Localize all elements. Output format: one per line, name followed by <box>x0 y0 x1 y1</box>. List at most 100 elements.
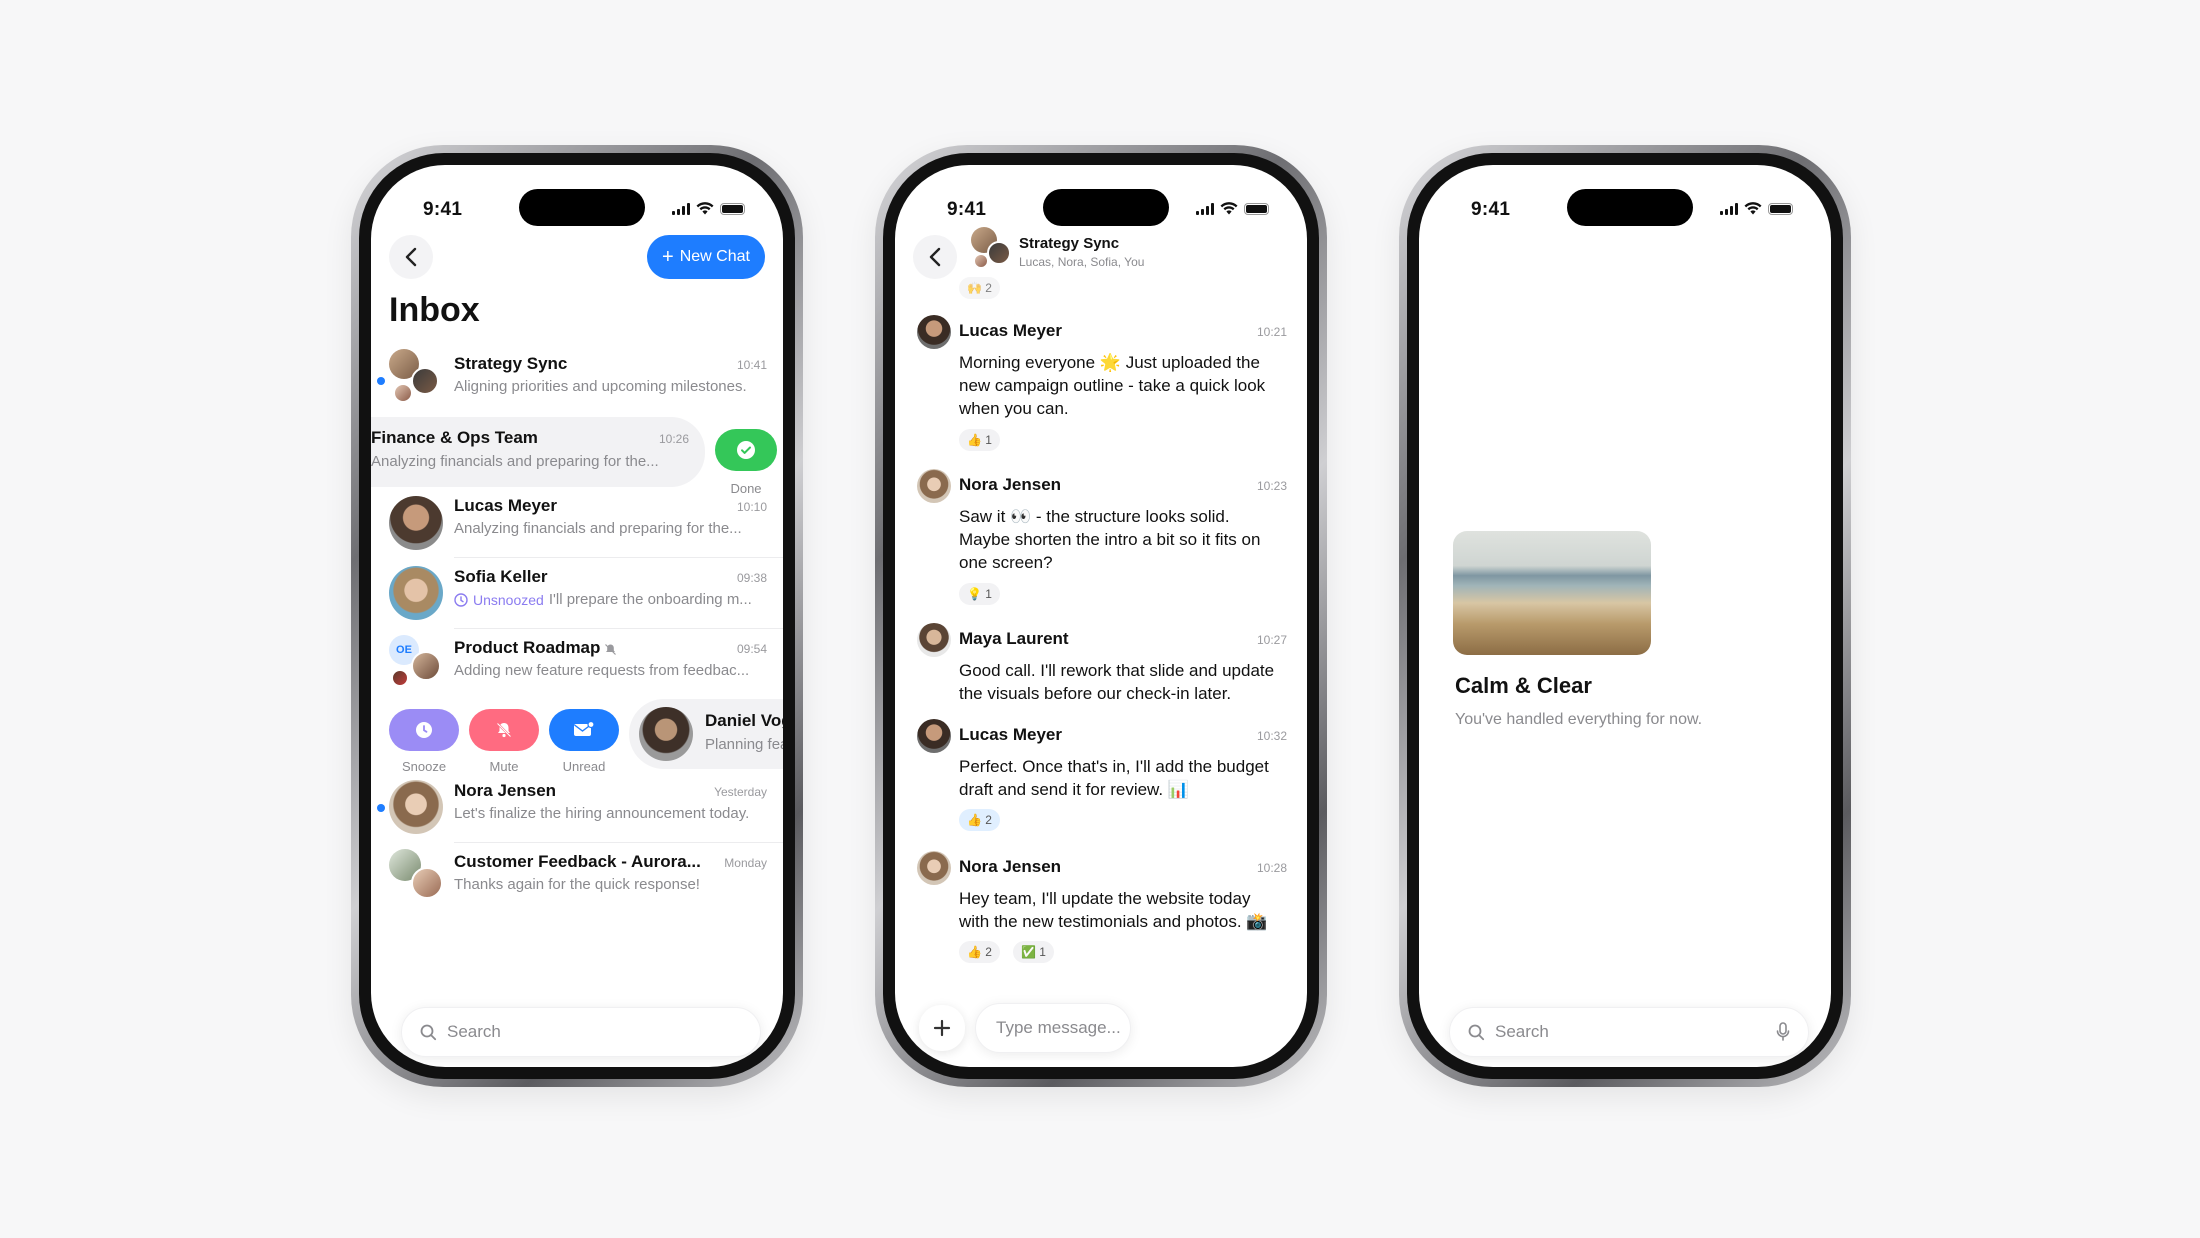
reaction-chip[interactable]: 🙌 2 <box>959 277 1000 299</box>
chat-participants: Lucas, Nora, Sofia, You <box>1019 255 1145 269</box>
unread-dot <box>377 377 385 385</box>
conversation-row-lucas-meyer[interactable]: Lucas Meyer 10:10 Analyzing financials a… <box>371 487 783 557</box>
conversation-name: Daniel Vog <box>705 711 783 730</box>
conversation-row-finance-ops-team[interactable]: Finance & Ops Team 10:26 Analyzing finan… <box>371 417 705 487</box>
conversation-time: 10:10 <box>736 500 767 514</box>
attach-button[interactable] <box>919 1005 965 1051</box>
search-bar[interactable]: Search <box>1449 1007 1809 1057</box>
dynamic-island <box>1567 189 1693 226</box>
wifi-icon <box>1744 202 1762 215</box>
muted-bell-icon <box>496 722 512 738</box>
conversation-time: 09:38 <box>736 571 767 585</box>
conversation-preview: Adding new feature requests from feedbac… <box>454 662 750 679</box>
message-item: Lucas Meyer 10:21 Morning everyone 🌟 Jus… <box>917 315 1287 465</box>
message-text: Saw it 👀 - the structure looks solid. Ma… <box>959 507 1261 572</box>
reaction-chip[interactable]: ✅ 1 <box>1013 941 1054 963</box>
avatar <box>639 707 693 761</box>
clock-icon <box>416 722 432 738</box>
snooze-button[interactable] <box>389 709 459 751</box>
conversation-row-nora-jensen[interactable]: Nora Jensen Yesterday Let's finalize the… <box>371 772 783 842</box>
search-placeholder: Search <box>1495 1022 1549 1041</box>
avatar <box>917 623 951 657</box>
avatar <box>973 253 989 269</box>
conversation-name: Lucas Meyer <box>454 496 557 515</box>
conversation-preview: Planning fea <box>705 736 783 753</box>
message-time: 10:21 <box>1256 325 1287 339</box>
conversation-row-customer-feedback[interactable]: Customer Feedback - Aurora... Monday Tha… <box>371 843 783 913</box>
done-button[interactable] <box>715 429 777 471</box>
conversation-row-sofia-keller[interactable]: Sofia Keller 09:38 Unsnoozed I'll prepar… <box>371 558 783 628</box>
chevron-left-icon <box>405 247 417 267</box>
back-button[interactable] <box>913 235 957 279</box>
message-text: Hey team, I'll update the website today … <box>959 889 1268 931</box>
conversation-name: Strategy Sync <box>454 354 568 373</box>
conversation-preview: Analyzing financials and preparing for t… <box>371 453 659 470</box>
inbox-screen: 9:41 + New Chat Inbox Strategy Sync 10:4… <box>371 165 783 1067</box>
avatar <box>411 367 439 395</box>
message-time: 10:32 <box>1256 729 1287 743</box>
conversation-name: Product Roadmap <box>454 638 601 657</box>
message-sender: Lucas Meyer <box>959 321 1062 340</box>
plus-icon <box>933 1019 951 1037</box>
message-time: 10:28 <box>1256 861 1287 875</box>
conversation-preview: Let's finalize the hiring announcement t… <box>454 805 750 822</box>
avatar <box>389 566 443 620</box>
message-text: Perfect. Once that's in, I'll add the bu… <box>959 757 1269 799</box>
message-text: Morning everyone 🌟 Just uploaded the new… <box>959 353 1266 418</box>
conversation-row-daniel-vog[interactable]: Daniel Vog Planning fea <box>629 699 783 769</box>
conversation-time: Yesterday <box>714 785 767 799</box>
avatar <box>389 496 443 550</box>
reaction-chip[interactable]: 👍 1 <box>959 429 1000 451</box>
new-chat-label: New Chat <box>679 248 750 265</box>
avatar <box>411 651 441 681</box>
message-time: 10:27 <box>1256 633 1287 647</box>
new-chat-button[interactable]: + New Chat <box>647 235 765 279</box>
mute-button[interactable] <box>469 709 539 751</box>
empty-subtitle: You've handled everything for now. <box>1455 711 1703 728</box>
conversation-preview: Aligning priorities and upcoming milesto… <box>454 378 747 395</box>
status-bar: 9:41 <box>895 165 1307 235</box>
microphone-icon[interactable] <box>1776 1022 1790 1042</box>
back-button[interactable] <box>389 235 433 279</box>
conversation-name: Customer Feedback - Aurora... <box>454 852 701 871</box>
conversation-preview: Analyzing financials and preparing for t… <box>454 520 742 537</box>
unread-dot <box>377 804 385 812</box>
conversation-preview: I'll prepare the onboarding m... <box>548 591 752 608</box>
reaction-chip[interactable]: 💡 1 <box>959 583 1000 605</box>
conversation-time: Monday <box>724 856 767 870</box>
phone-inbox: 9:41 + New Chat Inbox Strategy Sync 10:4… <box>351 145 803 1087</box>
conversation-row-strategy-sync[interactable]: Strategy Sync 10:41 Aligning priorities … <box>371 345 783 415</box>
empty-screen: 9:41 Calm & Clear You've handled everyth… <box>1419 165 1831 1067</box>
avatar <box>917 315 951 349</box>
search-bar[interactable]: Search <box>401 1007 761 1057</box>
conversation-preview: Thanks again for the quick response! <box>454 876 700 893</box>
message-item: Maya Laurent 10:27 Good call. I'll rewor… <box>917 623 1287 719</box>
reaction-chip[interactable]: 👍 2 <box>959 941 1000 963</box>
message-item: Nora Jensen 10:28 Hey team, I'll update … <box>917 851 1287 981</box>
avatar <box>917 719 951 753</box>
unread-button[interactable] <box>549 709 619 751</box>
chat-title: Strategy Sync <box>1019 235 1120 252</box>
status-time: 9:41 <box>423 199 463 220</box>
reaction-chip[interactable]: 👍 2 <box>959 809 1000 831</box>
battery-icon <box>720 202 745 215</box>
phone-empty-state: 9:41 Calm & Clear You've handled everyth… <box>1399 145 1851 1087</box>
signal-icon <box>1720 202 1738 215</box>
unsnoozed-badge: Unsnoozed <box>473 591 544 608</box>
message-placeholder: Type message... <box>996 1018 1121 1037</box>
checkmark-circle-icon <box>737 441 755 459</box>
signal-icon <box>672 202 690 215</box>
envelope-badge-icon <box>574 721 595 736</box>
message-input[interactable]: Type message... <box>975 1003 1131 1053</box>
avatar <box>391 669 409 687</box>
avatar <box>917 469 951 503</box>
status-bar: 9:41 <box>371 165 783 235</box>
empty-title: Calm & Clear <box>1455 673 1592 698</box>
status-bar: 9:41 <box>1419 165 1831 235</box>
conversation-row-product-roadmap[interactable]: OE Product Roadmap 09:54 Adding new feat… <box>371 629 783 699</box>
wifi-icon <box>1220 202 1238 215</box>
status-time: 9:41 <box>1471 199 1511 220</box>
message-sender: Maya Laurent <box>959 629 1069 648</box>
conversation-time: 10:26 <box>658 432 689 446</box>
avatar <box>393 383 413 403</box>
